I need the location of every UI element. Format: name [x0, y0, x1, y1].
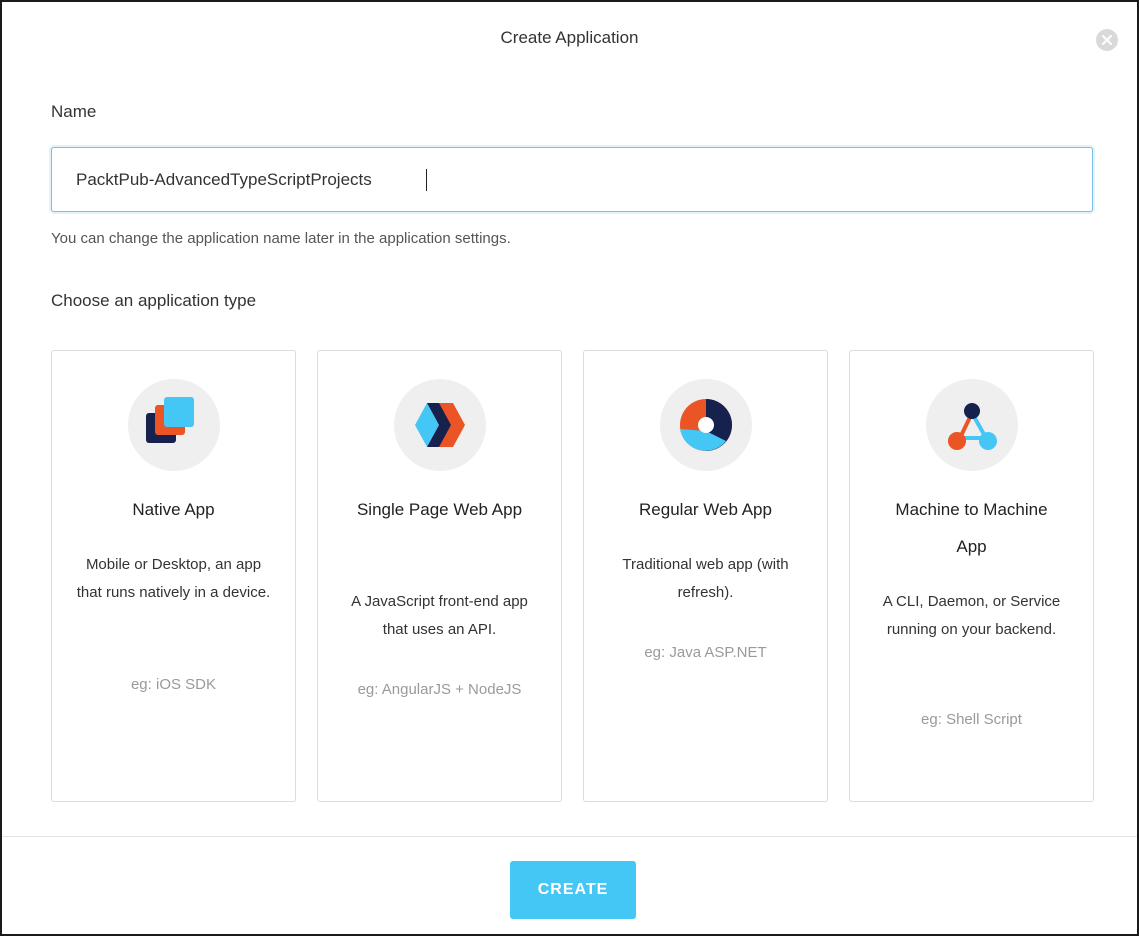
app-type-label: Choose an application type: [51, 291, 257, 310]
card-description: A JavaScript front-end app that uses an …: [351, 593, 528, 638]
machine-to-machine-card[interactable]: Machine to Machine App A CLI, Daemon, or…: [849, 350, 1094, 802]
native-app-icon: [128, 379, 220, 471]
card-description: A CLI, Daemon, or Service running on you…: [882, 593, 1061, 638]
card-title: Single Page Web App: [356, 500, 523, 519]
create-application-dialog: Create Application Name You can change t…: [0, 0, 1139, 936]
name-hint: You can change the application name late…: [51, 230, 511, 247]
create-button[interactable]: CREATE: [510, 861, 636, 919]
single-page-app-icon: [394, 379, 486, 471]
machine-to-machine-icon: [926, 379, 1018, 471]
card-title: Machine to Machine App: [895, 500, 1048, 556]
name-input[interactable]: [51, 147, 1093, 212]
card-example: eg: iOS SDK: [130, 676, 217, 693]
card-example: eg: AngularJS + NodeJS: [357, 681, 522, 698]
close-icon[interactable]: [1096, 29, 1118, 51]
card-title: Native App: [132, 500, 215, 519]
name-label: Name: [51, 102, 97, 121]
card-title: Regular Web App: [639, 500, 772, 519]
card-example: eg: Java ASP.NET: [644, 644, 767, 661]
app-type-cards: Native App Mobile or Desktop, an app tha…: [51, 350, 1094, 802]
card-description: Mobile or Desktop, an app that runs nati…: [76, 556, 271, 601]
card-example: eg: Shell Script: [921, 711, 1022, 728]
native-app-card[interactable]: Native App Mobile or Desktop, an app tha…: [51, 350, 296, 802]
regular-web-app-icon: [660, 379, 752, 471]
card-description: Traditional web app (with refresh).: [622, 556, 789, 601]
text-cursor: [426, 169, 427, 191]
footer-divider: [2, 836, 1137, 837]
single-page-app-card[interactable]: Single Page Web App A JavaScript front-e…: [317, 350, 562, 802]
regular-web-app-card[interactable]: Regular Web App Traditional web app (wit…: [583, 350, 828, 802]
dialog-title: Create Application: [500, 28, 639, 47]
